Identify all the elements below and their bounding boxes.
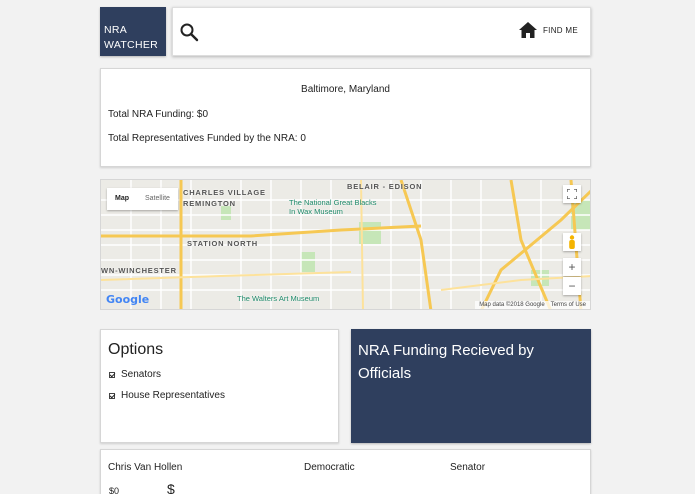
map-label-winchester: WN-WINCHESTER <box>101 266 177 275</box>
pegman-icon <box>569 235 575 249</box>
page: NRA WATCHER FIND ME Baltimore, Maryland … <box>0 0 695 494</box>
funding-panel-title: NRA Funding Recieved by Officials <box>358 342 534 382</box>
map-label-belair-edison: BELAIR - EDISON <box>347 182 423 191</box>
map-type-toggle[interactable]: Map Satellite <box>107 188 178 210</box>
official-amount: $0 <box>109 486 120 494</box>
find-me-button[interactable]: FIND ME <box>519 22 578 38</box>
house-reps-label: House Representatives <box>121 390 225 401</box>
map-toggle-map[interactable]: Map <box>107 188 137 210</box>
location-title: Baltimore, Maryland <box>301 84 390 95</box>
zoom-out-button[interactable]: − <box>563 277 581 295</box>
search-icon[interactable] <box>179 22 199 42</box>
google-logo-text: Google <box>106 293 150 306</box>
map-label-station-north: STATION NORTH <box>187 239 258 248</box>
map-attribution: Map data ©2018 Google <box>479 302 545 308</box>
find-me-label: FIND ME <box>543 25 578 35</box>
official-party: Democratic <box>304 462 355 473</box>
fullscreen-icon <box>566 188 578 200</box>
option-house-reps[interactable]: House Representatives <box>109 390 225 401</box>
location-summary-card: Baltimore, Maryland Total NRA Funding: $… <box>100 68 591 167</box>
map-attribution-bar: Map data ©2018 Google Terms of Use <box>475 301 590 309</box>
map-poi-great-blacks[interactable]: The National Great Blacks In Wax Museum <box>289 198 379 216</box>
logo-line-1: NRA <box>104 24 128 36</box>
house-reps-checkbox[interactable] <box>109 392 115 399</box>
total-reps-text: Total Representatives Funded by the NRA:… <box>108 133 306 144</box>
street-view-pegman[interactable] <box>563 233 581 251</box>
total-funding-text: Total NRA Funding: $0 <box>108 109 209 120</box>
map-label-remington: REMINGTON <box>183 199 236 208</box>
options-card: Options Senators House Representatives <box>100 329 339 443</box>
official-name: Chris Van Hollen <box>108 462 183 473</box>
map-toggle-satellite[interactable]: Satellite <box>137 188 178 210</box>
map-view[interactable]: CHARLES VILLAGE REMINGTON BELAIR - EDISO… <box>100 179 591 310</box>
options-title: Options <box>108 341 164 358</box>
official-row[interactable]: Chris Van Hollen Democratic Senator $0 $ <box>100 449 591 494</box>
app-logo[interactable]: NRA WATCHER <box>100 7 166 56</box>
fullscreen-button[interactable] <box>563 185 581 203</box>
map-terms-link[interactable]: Terms of Use <box>551 302 586 308</box>
search-bar[interactable]: FIND ME <box>172 7 591 56</box>
option-senators[interactable]: Senators <box>109 369 161 380</box>
google-logo: Google <box>106 293 149 306</box>
home-icon <box>519 22 537 38</box>
funding-panel: NRA Funding Recieved by Officials <box>351 329 591 443</box>
map-label-charles-village: CHARLES VILLAGE <box>183 188 266 197</box>
zoom-in-button[interactable]: + <box>563 258 581 276</box>
senators-label: Senators <box>121 369 162 380</box>
official-role: Senator <box>450 462 486 473</box>
dollar-icon: $ <box>167 481 175 494</box>
logo-line-2: WATCHER <box>104 39 159 51</box>
senators-checkbox[interactable] <box>109 371 115 378</box>
map-poi-walters[interactable]: The Walters Art Museum <box>237 294 319 303</box>
